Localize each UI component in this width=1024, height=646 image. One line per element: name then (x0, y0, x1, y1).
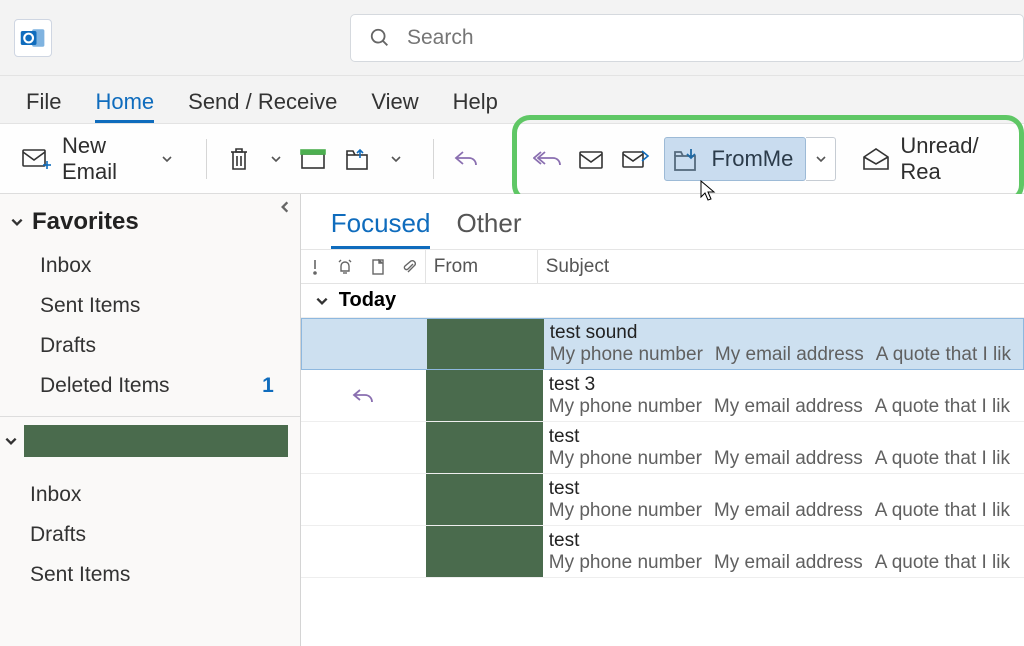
message-row[interactable]: testMy phone numberMy email addressA quo… (301, 474, 1024, 526)
attachment-column-icon[interactable] (402, 259, 416, 275)
move-to-folder-icon (673, 146, 701, 172)
account-header[interactable] (0, 417, 300, 465)
outlook-app-icon (14, 19, 52, 57)
nav-inbox[interactable]: Inbox (40, 246, 292, 286)
message-row[interactable]: testMy phone numberMy email addressA quo… (301, 422, 1024, 474)
message-row[interactable]: test 3My phone numberMy email addressA q… (301, 370, 1024, 422)
nav-account-drafts[interactable]: Drafts (30, 515, 300, 555)
nav-account-inbox[interactable]: Inbox (30, 475, 300, 515)
icon-column-icon[interactable] (371, 259, 385, 275)
group-today[interactable]: Today (301, 284, 1024, 318)
reply-button[interactable] (448, 141, 484, 177)
chevron-down-icon (10, 215, 26, 229)
forward-button[interactable] (577, 141, 607, 177)
column-headers: From Subject (301, 250, 1024, 284)
reminder-column-icon[interactable] (337, 259, 353, 275)
share-button[interactable] (621, 141, 651, 177)
importance-column-icon[interactable] (310, 259, 320, 275)
reply-all-button[interactable] (533, 141, 563, 177)
quick-step-dropdown[interactable] (806, 137, 836, 181)
unread-count-badge: 1 (262, 374, 274, 398)
favorites-label: Favorites (32, 208, 139, 236)
search-box[interactable] (350, 14, 1024, 62)
menu-send-receive[interactable]: Send / Receive (188, 89, 337, 123)
quick-step-label: FromMe (711, 146, 793, 172)
menu-home[interactable]: Home (95, 89, 154, 123)
message-preview: My phone numberMy email addressA quote t… (549, 396, 1024, 418)
sender-redacted (426, 370, 543, 421)
collapse-nav-button[interactable] (278, 200, 292, 214)
chevron-down-icon[interactable] (159, 150, 174, 168)
chevron-down-icon (315, 294, 329, 308)
sender-redacted (426, 526, 543, 577)
nav-drafts[interactable]: Drafts (40, 326, 292, 366)
chevron-down-icon[interactable] (267, 150, 285, 168)
mail-plus-icon (22, 147, 52, 171)
open-envelope-icon (862, 147, 890, 171)
account-name-redacted (24, 425, 288, 457)
chevron-down-icon (4, 434, 18, 448)
favorites-header[interactable]: Favorites (10, 208, 292, 236)
message-subject: test (549, 530, 1024, 552)
nav-sent-items[interactable]: Sent Items (40, 286, 292, 326)
nav-pane: Favorites Inbox Sent Items Drafts Delete… (0, 194, 301, 646)
tab-focused[interactable]: Focused (331, 208, 431, 249)
nav-account-sent-items[interactable]: Sent Items (30, 555, 300, 595)
new-email-button[interactable]: New Email (16, 137, 178, 181)
search-icon (369, 27, 391, 49)
message-preview: My phone numberMy email addressA quote t… (549, 448, 1024, 470)
sender-redacted (427, 319, 544, 369)
archive-button[interactable] (295, 141, 331, 177)
title-bar (0, 0, 1024, 76)
message-row[interactable]: testMy phone numberMy email addressA quo… (301, 526, 1024, 578)
tutorial-highlight: FromMe Unread/ Rea (512, 115, 1024, 203)
nav-deleted-items[interactable]: Deleted Items 1 (40, 366, 292, 406)
move-button[interactable] (341, 141, 377, 177)
delete-button[interactable] (221, 141, 257, 177)
search-input[interactable] (407, 26, 1005, 50)
message-preview: My phone numberMy email addressA quote t… (549, 552, 1024, 574)
message-row[interactable]: test soundMy phone numberMy email addres… (301, 318, 1024, 370)
message-subject: test sound (550, 322, 1023, 344)
sender-redacted (426, 422, 543, 473)
message-pane: Focused Other From Subject Today (301, 194, 1024, 646)
unread-read-button[interactable]: Unread/ Rea (856, 137, 1003, 181)
menu-view[interactable]: View (371, 89, 418, 123)
reply-indicator-icon (351, 387, 375, 405)
message-list: test soundMy phone numberMy email addres… (301, 318, 1024, 646)
column-subject[interactable]: Subject (538, 256, 609, 278)
message-preview: My phone numberMy email addressA quote t… (549, 500, 1024, 522)
ribbon: New Email (0, 124, 1024, 194)
sender-redacted (426, 474, 543, 525)
quick-step-fromme[interactable]: FromMe (664, 137, 806, 181)
message-subject: test (549, 478, 1024, 500)
column-from[interactable]: From (426, 250, 538, 283)
workspace: Favorites Inbox Sent Items Drafts Delete… (0, 194, 1024, 646)
menu-file[interactable]: File (26, 89, 61, 123)
new-email-label: New Email (62, 133, 149, 185)
tab-other[interactable]: Other (456, 208, 521, 249)
unread-read-label: Unread/ Rea (900, 133, 997, 185)
menu-help[interactable]: Help (453, 89, 498, 123)
message-subject: test 3 (549, 374, 1024, 396)
message-preview: My phone numberMy email addressA quote t… (550, 344, 1023, 366)
message-subject: test (549, 426, 1024, 448)
chevron-down-icon[interactable] (387, 150, 405, 168)
